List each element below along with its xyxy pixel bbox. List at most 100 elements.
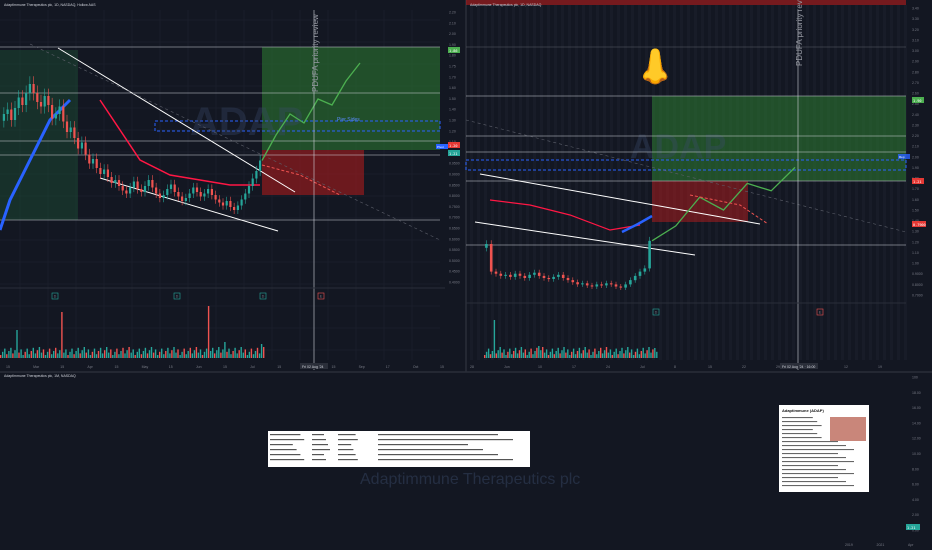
candle-body [106, 169, 109, 177]
volume-bar [557, 347, 559, 358]
volume-bar [128, 347, 130, 358]
time-tick-label: 15 [6, 365, 10, 369]
right-header: Adaptimmune Therapeutics plc, 1D, NASDAQ [470, 3, 542, 7]
card-text-line [782, 445, 846, 447]
volume-bar [77, 347, 79, 358]
grid-stripe [624, 5, 627, 360]
price-tick-label: 2.00 [449, 32, 456, 36]
volume-bar [10, 347, 12, 358]
volume-bar [177, 349, 179, 358]
volume-bar [630, 349, 633, 358]
candle-body [513, 273, 517, 277]
volume-bar [42, 349, 45, 358]
candle-body [36, 93, 39, 102]
volume-bar [99, 347, 102, 358]
grid-stripe [512, 5, 515, 360]
volume-bar [20, 349, 22, 358]
price-tick-label: 0.7000 [912, 294, 923, 298]
candle-body [218, 199, 221, 203]
volume-bar [83, 347, 85, 358]
volume-bar [85, 352, 87, 358]
volume-bar [108, 352, 110, 358]
volume-bar [18, 352, 20, 358]
time-tick-label: Jun [196, 365, 202, 369]
time-tick-label: 15 [332, 365, 336, 369]
candle-body [62, 106, 65, 122]
card-text-line [782, 441, 838, 443]
price-tick-label: 0.9000 [912, 272, 923, 276]
candle-body [88, 154, 91, 164]
volume-bar [161, 348, 163, 358]
volume-bar [634, 351, 637, 358]
candle-body [609, 283, 613, 285]
time-tick-label: 29 [776, 365, 780, 369]
volume-bar [120, 351, 122, 358]
volume-bar [146, 353, 149, 358]
volume-bar [646, 350, 648, 358]
price-tick-label: 0.9500 [449, 162, 460, 166]
right-chart-panel[interactable]: ADAP PDUFA priority review 👃 Adaptimmune… [465, 0, 926, 370]
grid-stripe [589, 5, 592, 360]
candle-body [648, 240, 651, 269]
table-text-line [312, 454, 324, 456]
time-tick-label: 15 [169, 365, 173, 369]
candle-body [184, 198, 187, 201]
grid-stripe [820, 5, 823, 360]
volume-bar [536, 347, 538, 358]
volume-bar [59, 350, 61, 358]
volume-bar [518, 350, 521, 358]
volume-bar [228, 348, 230, 358]
price-tick-label: 3.20 [912, 28, 919, 32]
volume-bar [656, 351, 658, 358]
card-text-line [782, 457, 846, 459]
time-tick-label: Oct [413, 365, 418, 369]
volume-bar [154, 349, 157, 358]
left-pivot-badge-text: Pivot [437, 145, 444, 149]
card-text-line [782, 421, 818, 423]
table-text-line [338, 449, 354, 451]
volume-bar [615, 348, 617, 358]
volume-bar [165, 351, 167, 358]
volume-bar [561, 350, 563, 358]
volume-bar [110, 349, 112, 358]
grid-stripe [827, 5, 830, 360]
volume-bar [526, 355, 528, 358]
volume-bar [169, 353, 171, 358]
left-target-badge-text: 1.86 [449, 49, 457, 53]
candle-body [485, 244, 488, 248]
volume-bar [607, 352, 610, 358]
candle-body [147, 180, 150, 186]
volume-bar [14, 350, 16, 358]
volume-bar [57, 353, 59, 358]
left-pdufa-label: PDUFA priority review [311, 14, 320, 92]
volume-bar [532, 354, 534, 358]
grid-stripe [519, 5, 522, 360]
candle-body [110, 177, 113, 183]
table-text-line [378, 459, 513, 461]
price-tick-label: 1.00 [912, 262, 919, 266]
volume-bar [603, 350, 606, 358]
time-tick-label: Jul [640, 365, 645, 369]
volume-bar [528, 351, 530, 358]
grid-stripe [505, 5, 508, 360]
grid-stripe [813, 5, 816, 360]
grid-stripe [491, 5, 494, 360]
volume-bar [79, 353, 81, 358]
price-tick-label: 1.60 [449, 86, 456, 90]
volume-bar [549, 351, 552, 358]
volume-bar [67, 355, 69, 358]
time-tick-label: 22 [742, 365, 746, 369]
volume-bar [522, 352, 525, 358]
candle-body [509, 274, 512, 277]
volume-bar [644, 353, 646, 358]
volume-bar [61, 312, 63, 358]
volume-bar [126, 350, 128, 358]
candle-body [229, 201, 232, 207]
price-tick-label: 1.80 [449, 54, 456, 58]
volume-bar [53, 351, 55, 358]
grid-stripe [876, 5, 879, 360]
volume-bar [12, 353, 14, 358]
volume-bar [44, 355, 47, 358]
volume-bar [148, 350, 151, 358]
candle-body [233, 207, 236, 210]
